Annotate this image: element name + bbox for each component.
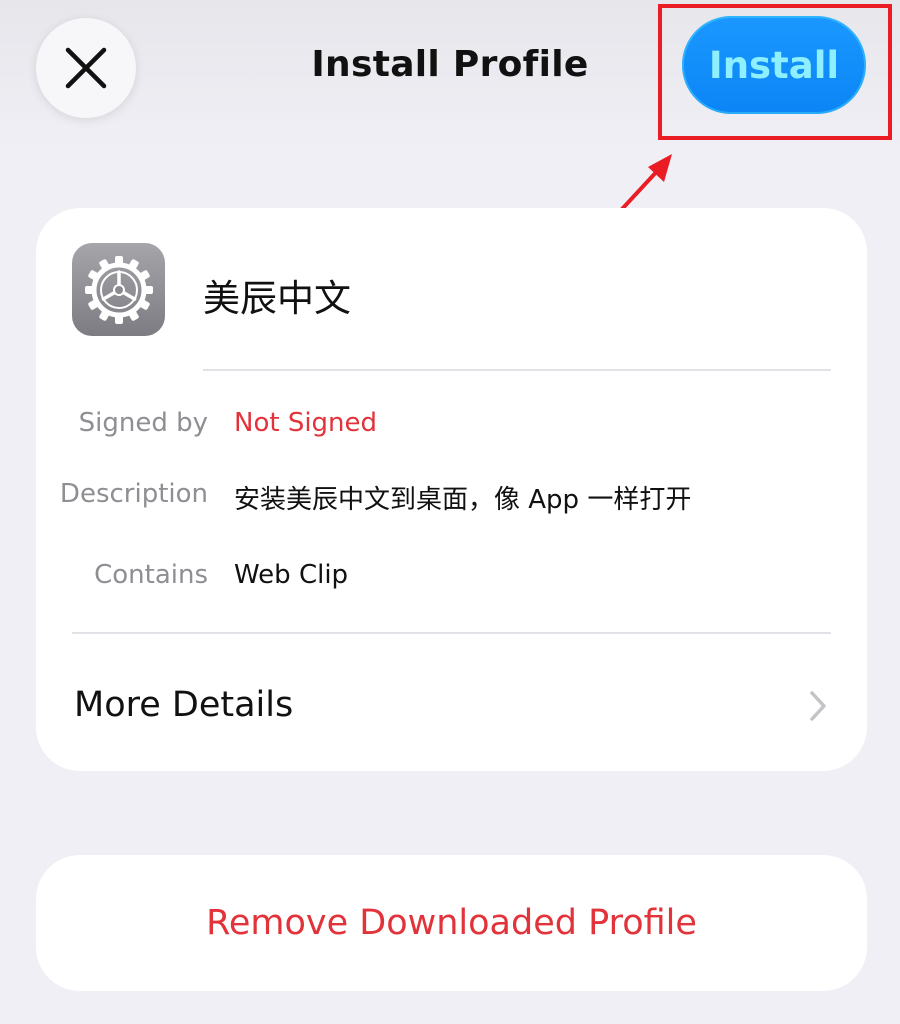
chevron-right-icon [810, 691, 826, 721]
remove-profile-label: Remove Downloaded Profile [206, 903, 697, 943]
description-value: 安装美辰中文到桌面，像 App 一样打开 [234, 485, 692, 515]
profile-app-icon [72, 243, 165, 336]
contains-label: Contains [94, 560, 208, 590]
annotation-highlight-box [658, 4, 892, 140]
close-icon [65, 47, 107, 89]
remove-profile-button[interactable]: Remove Downloaded Profile [36, 855, 867, 991]
signed-by-label: Signed by [78, 408, 208, 438]
more-details-row[interactable]: More Details [74, 685, 293, 725]
install-profile-screen: Install Profile Install 美辰中文 Signed by N… [0, 0, 900, 1024]
profile-name: 美辰中文 [203, 277, 351, 320]
contains-value: Web Clip [234, 560, 349, 590]
profile-card: 美辰中文 Signed by Not Signed Description 安装… [36, 208, 867, 771]
divider [203, 369, 831, 371]
signed-by-value: Not Signed [234, 408, 378, 438]
close-button[interactable] [36, 18, 136, 118]
description-label: Description [59, 479, 208, 509]
page-title: Install Profile [311, 44, 589, 85]
settings-gear-icon [84, 255, 153, 324]
divider [72, 632, 831, 634]
